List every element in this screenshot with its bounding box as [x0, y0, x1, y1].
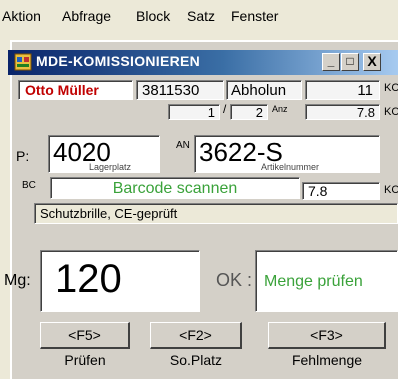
menu-abfrage[interactable]: Abfrage — [62, 8, 111, 24]
app-icon — [14, 53, 32, 71]
position-current: 1 — [207, 105, 215, 120]
menu-satz[interactable]: Satz — [187, 8, 215, 24]
article-label: AN — [176, 140, 190, 151]
close-button[interactable]: X — [363, 53, 381, 71]
status-text: Abholun — [231, 82, 287, 99]
unit-label-1: KC — [384, 82, 398, 94]
user-field: Otto Müller — [18, 80, 133, 100]
f3-caption: Fehlmenge — [291, 352, 363, 368]
f5-button[interactable]: <F5> — [40, 322, 130, 349]
menu-block[interactable]: Block — [136, 8, 170, 24]
count-field: 11 — [305, 80, 380, 100]
anz-label: Anz — [272, 104, 288, 114]
status-field: Abholun — [226, 80, 302, 100]
article-field[interactable]: 3622-S Artikelnummer — [194, 135, 380, 173]
anz-value: 7.8 — [356, 105, 375, 120]
position-separator: / — [223, 102, 227, 116]
order-number: 3811530 — [142, 82, 200, 99]
barcode-qty-field: 7.8 — [302, 182, 380, 200]
f2-button[interactable]: <F2> — [150, 322, 242, 349]
description-text: Schutzbrille, CE-geprüft — [40, 206, 178, 221]
ok-label: OK : — [216, 270, 253, 290]
count-value: 11 — [357, 82, 373, 99]
quantity-value: 120 — [55, 257, 122, 301]
menu-bar: Aktion Abfrage Block Satz Fenster — [0, 0, 398, 32]
description-field: Schutzbrille, CE-geprüft — [34, 203, 398, 224]
position-total: 2 — [255, 105, 263, 120]
restore-button[interactable]: □ — [341, 53, 359, 71]
f5-caption: Prüfen — [64, 352, 106, 368]
position-current-field: 1 — [168, 104, 220, 120]
user-name: Otto Müller — [25, 82, 99, 98]
window-title: MDE-KOMISSIONIEREN — [36, 53, 201, 69]
place-label: P: — [16, 148, 30, 164]
article-sublabel: Artikelnummer — [261, 162, 320, 172]
barcode-prompt: Barcode scannen — [112, 180, 238, 197]
barcode-unit: KC — [384, 184, 398, 196]
barcode-input[interactable]: Barcode scannen — [50, 177, 300, 199]
position-total-field: 2 — [230, 104, 268, 120]
minimize-button[interactable]: _ — [322, 53, 340, 71]
ok-prompt: Menge prüfen — [264, 273, 363, 290]
quantity-label: Mg: — [4, 272, 31, 289]
menu-fenster[interactable]: Fenster — [231, 8, 278, 24]
quantity-field[interactable]: 120 — [40, 250, 200, 312]
order-number-field: 3811530 — [136, 80, 224, 100]
anz-field: 7.8 — [305, 104, 380, 120]
unit-label-2: KC — [384, 106, 398, 118]
barcode-qty: 7.8 — [308, 183, 328, 199]
place-sublabel: Lagerplatz — [89, 162, 132, 172]
f2-caption: So.Platz — [169, 352, 223, 368]
menu-aktion[interactable]: Aktion — [2, 8, 41, 24]
ok-field[interactable]: Menge prüfen — [255, 250, 398, 312]
barcode-label: BC — [22, 180, 36, 191]
place-field[interactable]: 4020 Lagerplatz — [48, 135, 160, 173]
f3-button[interactable]: <F3> — [268, 322, 386, 349]
